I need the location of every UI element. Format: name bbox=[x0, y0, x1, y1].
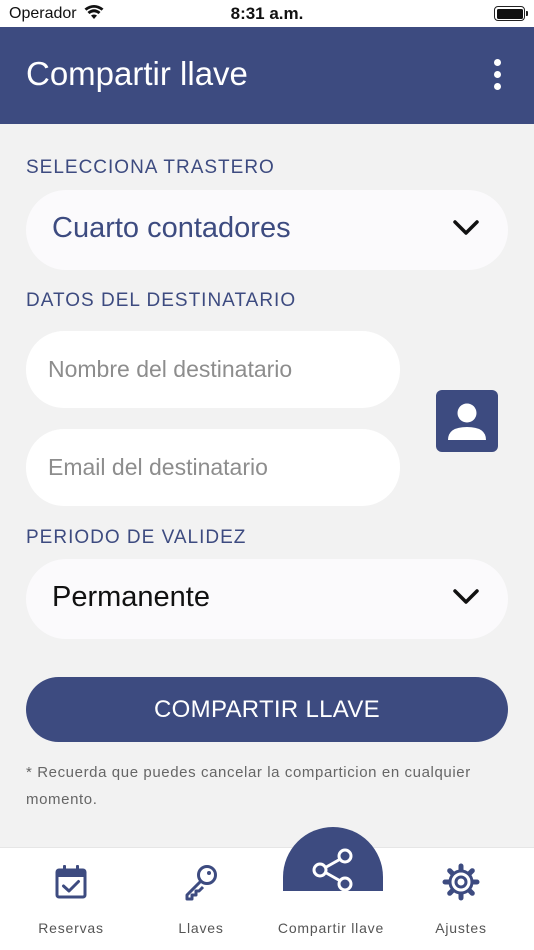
storage-section-label: SELECCIONA TRASTERO bbox=[26, 157, 275, 178]
clock: 8:31 a.m. bbox=[230, 4, 304, 23]
contact-picker-button[interactable] bbox=[436, 390, 498, 452]
storage-select[interactable]: Cuarto contadores bbox=[26, 190, 508, 270]
gear-icon bbox=[441, 862, 481, 902]
more-options-icon[interactable] bbox=[492, 59, 502, 93]
recipient-name-field[interactable] bbox=[26, 331, 400, 408]
page-title: Compartir llave bbox=[26, 55, 248, 92]
battery-icon bbox=[494, 6, 528, 21]
tab-llaves-label: Llaves bbox=[178, 920, 224, 936]
tab-compartir-llave-label: Compartir llave bbox=[277, 920, 385, 936]
active-tab-indicator[interactable] bbox=[283, 827, 383, 892]
chevron-down-icon bbox=[452, 587, 480, 612]
tab-ajustes-label: Ajustes bbox=[435, 920, 487, 936]
validity-select-value: Permanente bbox=[52, 581, 210, 613]
tab-ajustes[interactable]: Ajustes bbox=[394, 848, 528, 950]
tab-llaves[interactable]: Llaves bbox=[134, 848, 268, 950]
chevron-down-icon bbox=[452, 218, 480, 243]
storage-select-value: Cuarto contadores bbox=[52, 212, 291, 244]
calendar-check-icon bbox=[51, 862, 91, 902]
cancel-note: * Recuerda que puedes cancelar la compar… bbox=[26, 764, 471, 808]
app-bar: Compartir llave bbox=[0, 27, 534, 124]
tab-bar: Reservas Llaves Compartir llave Ajustes bbox=[0, 847, 534, 950]
validity-select[interactable]: Permanente bbox=[26, 559, 508, 639]
status-bar: Operador 8:31 a.m. bbox=[0, 0, 534, 27]
share-icon bbox=[308, 845, 358, 895]
tab-reservas[interactable]: Reservas bbox=[4, 848, 138, 950]
share-key-button[interactable]: COMPARTIR LLAVE bbox=[26, 677, 508, 742]
recipient-email-field[interactable] bbox=[26, 429, 400, 506]
person-icon bbox=[436, 403, 498, 456]
validity-section-label: PERIODO DE VALIDEZ bbox=[26, 527, 247, 548]
recipient-section-label: DATOS DEL DESTINATARIO bbox=[26, 290, 297, 311]
tab-reservas-label: Reservas bbox=[38, 920, 104, 936]
key-icon bbox=[181, 862, 221, 902]
